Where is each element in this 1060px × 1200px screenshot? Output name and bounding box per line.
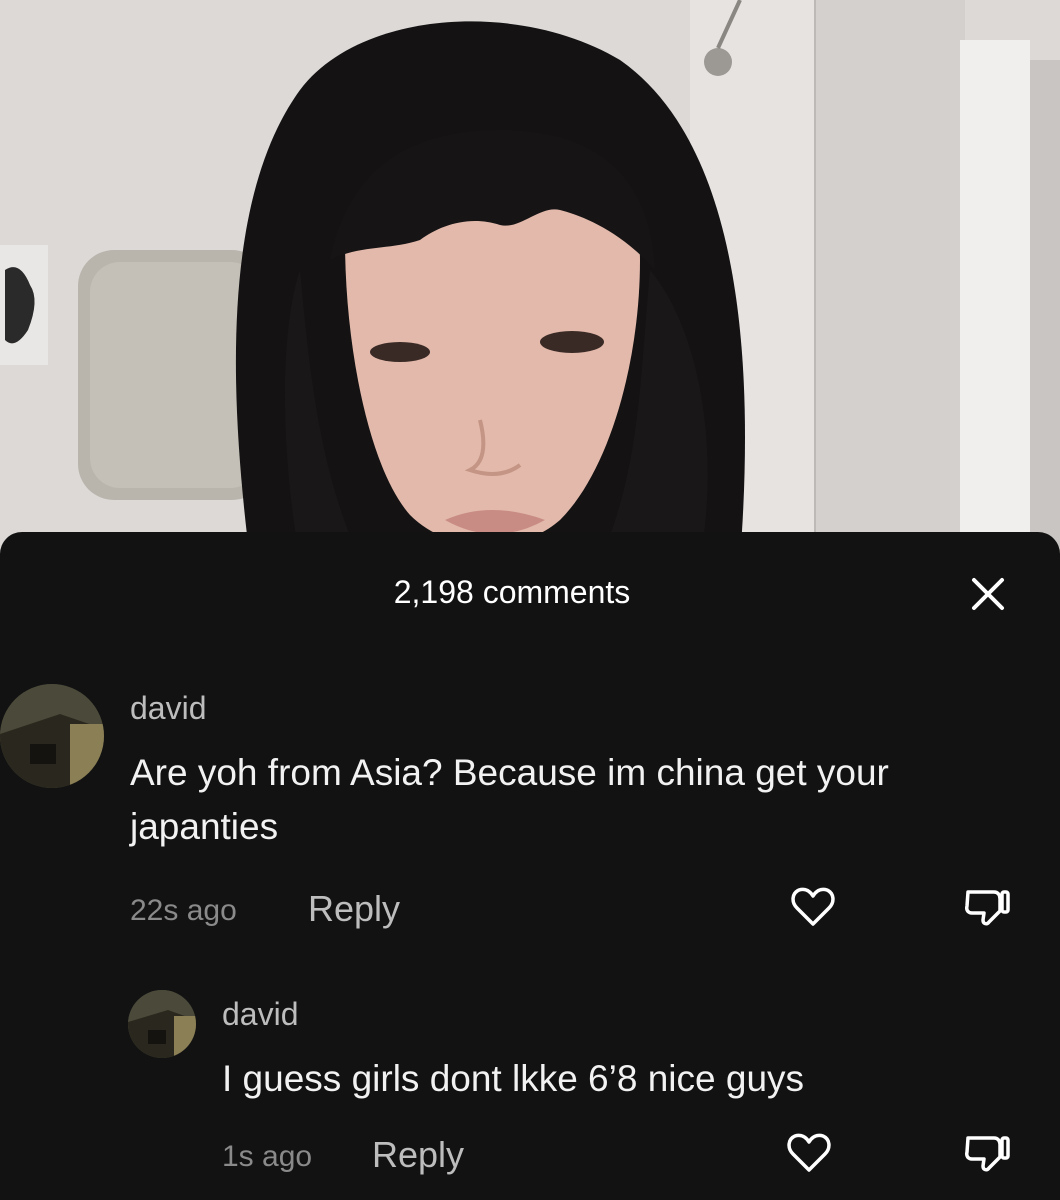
video-still-image bbox=[0, 0, 1060, 560]
like-button[interactable] bbox=[786, 1130, 832, 1176]
heart-outline-icon bbox=[787, 1133, 831, 1172]
comment-text: Are yoh from Asia? Because im china get … bbox=[130, 752, 889, 847]
thumbs-down-icon bbox=[965, 890, 1010, 926]
comment-username[interactable]: david bbox=[222, 996, 299, 1033]
reply-button[interactable]: Reply bbox=[372, 1134, 464, 1176]
heart-outline-icon bbox=[791, 887, 835, 926]
comment-text: I guess girls dont lkke 6’8 nice guys bbox=[222, 1058, 805, 1099]
thumbs-down-icon bbox=[965, 1136, 1010, 1172]
comment-timestamp: 1s ago bbox=[222, 1140, 313, 1173]
comment-username[interactable]: david bbox=[130, 690, 207, 727]
comment-timestamp: 22s ago bbox=[130, 894, 237, 927]
avatar[interactable] bbox=[128, 990, 196, 1058]
like-button[interactable] bbox=[790, 884, 836, 930]
avatar[interactable] bbox=[0, 684, 104, 788]
dislike-button[interactable] bbox=[962, 884, 1012, 930]
video-frame[interactable] bbox=[0, 0, 1060, 560]
dislike-button[interactable] bbox=[962, 1130, 1012, 1176]
close-button[interactable] bbox=[968, 574, 1008, 614]
comments-sheet: 2,198 comments david Are yoh from Asia? … bbox=[0, 532, 1060, 1200]
close-icon bbox=[972, 578, 1004, 610]
comments-count-title: 2,198 comments bbox=[393, 574, 631, 610]
reply-button[interactable]: Reply bbox=[308, 888, 400, 930]
